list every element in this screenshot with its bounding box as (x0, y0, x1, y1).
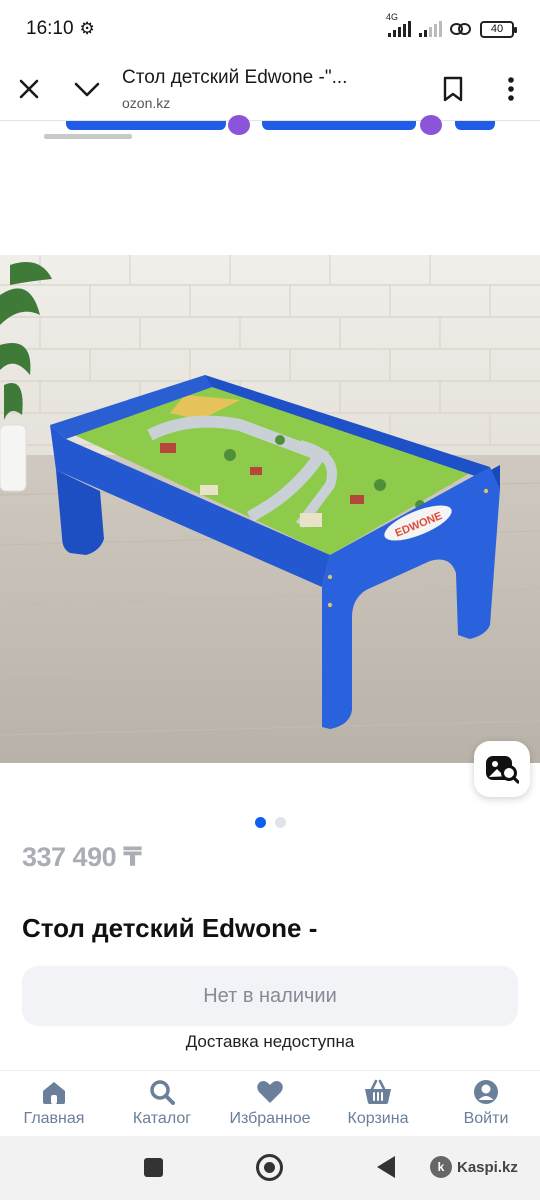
link-icon (450, 21, 472, 37)
visual-search-button[interactable] (474, 741, 530, 797)
delivery-status: Доставка недоступна (185, 1032, 355, 1051)
back-button[interactable] (377, 1156, 395, 1178)
tab-cart[interactable]: Корзина (324, 1071, 432, 1136)
search-icon (150, 1080, 175, 1105)
status-icons: 4G 40 (386, 12, 517, 38)
banner-dot (228, 115, 250, 135)
product-title: Стол детский Edwone - (22, 913, 318, 943)
banner-dot (420, 115, 442, 135)
more-button[interactable] (482, 60, 540, 118)
close-icon (19, 79, 39, 99)
scrolled-banner-strip (0, 115, 540, 142)
user-icon (474, 1080, 498, 1104)
gear-icon: ⚙ (79, 19, 95, 38)
pager-dot-active[interactable] (254, 817, 266, 828)
scroll-indicator (44, 134, 132, 139)
home-button[interactable] (256, 1154, 283, 1181)
tab-home[interactable]: Главная (0, 1071, 108, 1136)
basket-icon (365, 1079, 391, 1104)
close-button[interactable] (0, 60, 58, 118)
chevron-down-icon (74, 82, 100, 97)
heart-icon (257, 1081, 283, 1103)
product-photo-illustration: EDWONE (0, 255, 540, 763)
tab-label: Избранное (229, 1110, 311, 1127)
tab-label: Главная (23, 1110, 85, 1127)
page-url: ozon.kz (122, 95, 171, 111)
product-price: 337 490 ₸ (22, 842, 142, 872)
image-search-icon (486, 756, 519, 784)
tab-label: Корзина (347, 1110, 409, 1127)
system-nav-bar: k Kaspi.kz (0, 1136, 540, 1200)
tab-favorites[interactable]: Избранное (216, 1071, 324, 1136)
banner-pill (455, 121, 495, 130)
kaspi-watermark: k Kaspi.kz (430, 1156, 518, 1178)
network-label: 4G (386, 12, 399, 22)
out-of-stock-button[interactable]: Нет в наличии (22, 966, 518, 1026)
bookmark-button[interactable] (424, 60, 482, 118)
page-title-block: Стол детский Edwone -"... ozon.kz (116, 67, 424, 111)
banner-pill (66, 121, 226, 130)
battery-icon: 40 (480, 20, 517, 38)
bookmark-icon (443, 76, 463, 102)
tab-label: Каталог (132, 1110, 192, 1127)
bottom-tab-bar: Главная Каталог Избранное Корзина Войти (0, 1070, 540, 1136)
signal-icon-2 (419, 21, 442, 37)
home-icon (43, 1082, 65, 1104)
signal-icon: 4G (386, 12, 411, 37)
more-vert-icon (508, 77, 514, 101)
product-image[interactable]: EDWONE (0, 255, 540, 763)
image-pager (0, 817, 540, 828)
status-time: 16:10 (26, 18, 74, 39)
kaspi-text: Kaspi.kz (457, 1158, 518, 1176)
recents-button[interactable] (144, 1158, 163, 1177)
page-title: Стол детский Edwone -"... (122, 67, 348, 88)
browser-header: Стол детский Edwone -"... ozon.kz (0, 58, 540, 120)
tab-login[interactable]: Войти (432, 1071, 540, 1136)
status-bar: 16:10 ⚙ 4G 40 (0, 0, 540, 58)
screen: 16:10 ⚙ 4G 40 Стол детский Edwone -"... … (0, 0, 540, 1200)
tab-label: Войти (463, 1110, 509, 1127)
pager-dot[interactable] (274, 817, 286, 828)
banner-pill (262, 121, 416, 130)
kaspi-logo-icon: k (430, 1156, 452, 1178)
tab-catalog[interactable]: Каталог (108, 1071, 216, 1136)
collapse-button[interactable] (58, 60, 116, 118)
